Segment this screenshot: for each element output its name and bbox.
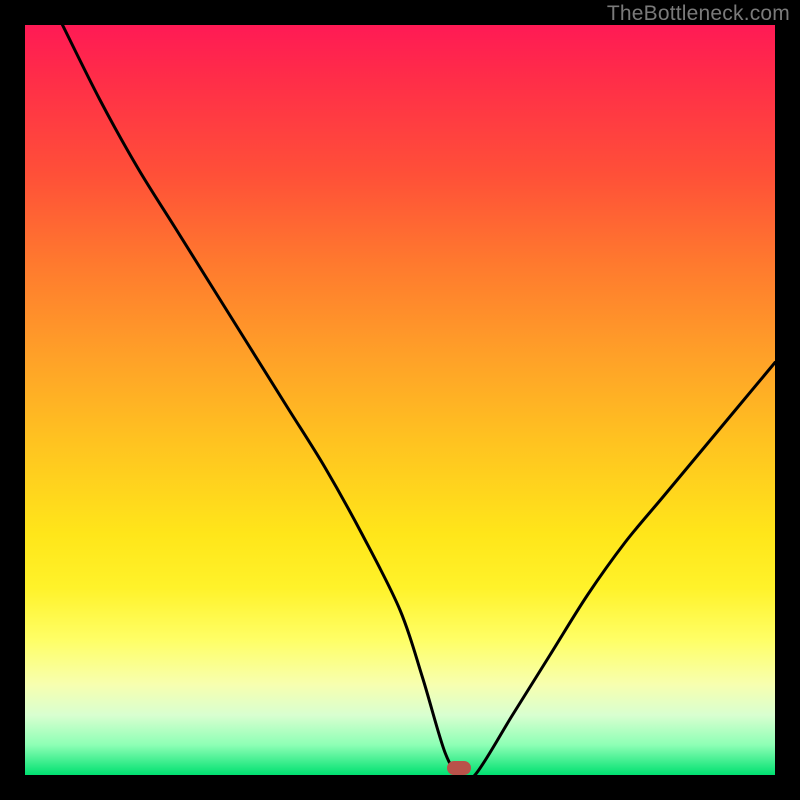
- bottleneck-curve-path: [63, 25, 776, 775]
- chart-curve: [25, 25, 775, 775]
- chart-plot-area: [25, 25, 775, 775]
- min-marker: [447, 761, 471, 775]
- watermark-text: TheBottleneck.com: [607, 2, 790, 26]
- chart-frame: TheBottleneck.com: [0, 0, 800, 800]
